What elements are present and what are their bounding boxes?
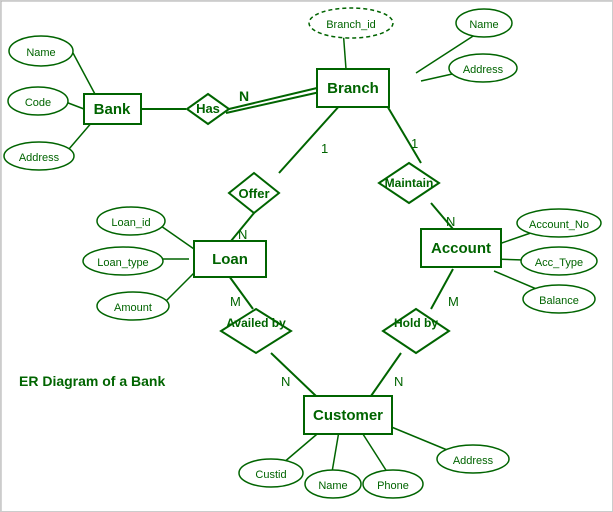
attr-account-no: Account_No <box>529 219 589 231</box>
attr-bank-code: Code <box>25 97 51 109</box>
entity-customer-label: Customer <box>313 407 383 424</box>
attr-cust-address: Address <box>453 455 494 467</box>
rel-availed-label: Availed by <box>226 316 286 330</box>
rel-holdby-label: Hold by <box>394 316 438 330</box>
svg-text:1: 1 <box>321 141 328 156</box>
er-diagram-svg: N 1 1 N N M M N N <box>1 1 612 511</box>
svg-text:N: N <box>281 374 290 389</box>
svg-text:M: M <box>448 294 459 309</box>
attr-amount: Amount <box>114 302 152 314</box>
svg-text:1: 1 <box>411 136 418 151</box>
attr-branch-id: Branch_id <box>326 19 376 31</box>
rel-has-label: Has <box>196 101 220 116</box>
er-diagram-canvas: N 1 1 N N M M N N <box>0 0 613 512</box>
rel-offer-label: Offer <box>238 186 269 201</box>
attr-balance: Balance <box>539 295 579 307</box>
diagram-title: ER Diagram of a Bank <box>19 373 165 389</box>
attr-custid: Custid <box>255 469 286 481</box>
attr-branch-address: Address <box>463 64 504 76</box>
attr-bank-name: Name <box>26 47 55 59</box>
entity-bank-label: Bank <box>94 101 131 118</box>
entity-account-label: Account <box>431 240 491 257</box>
attr-phone: Phone <box>377 480 409 492</box>
svg-text:N: N <box>394 374 403 389</box>
attr-bank-address: Address <box>19 152 60 164</box>
svg-text:N: N <box>446 214 455 229</box>
attr-loan-id: Loan_id <box>111 217 150 229</box>
svg-text:N: N <box>238 227 247 242</box>
rel-maintain-label: Maintain <box>385 176 434 190</box>
attr-loan-type: Loan_type <box>97 257 148 269</box>
entity-loan-label: Loan <box>212 251 248 268</box>
svg-text:M: M <box>230 294 241 309</box>
entity-branch-label: Branch <box>327 80 379 97</box>
attr-branch-name: Name <box>469 19 498 31</box>
attr-cust-name: Name <box>318 480 347 492</box>
svg-text:N: N <box>239 88 249 104</box>
attr-acc-type: Acc_Type <box>535 257 583 269</box>
